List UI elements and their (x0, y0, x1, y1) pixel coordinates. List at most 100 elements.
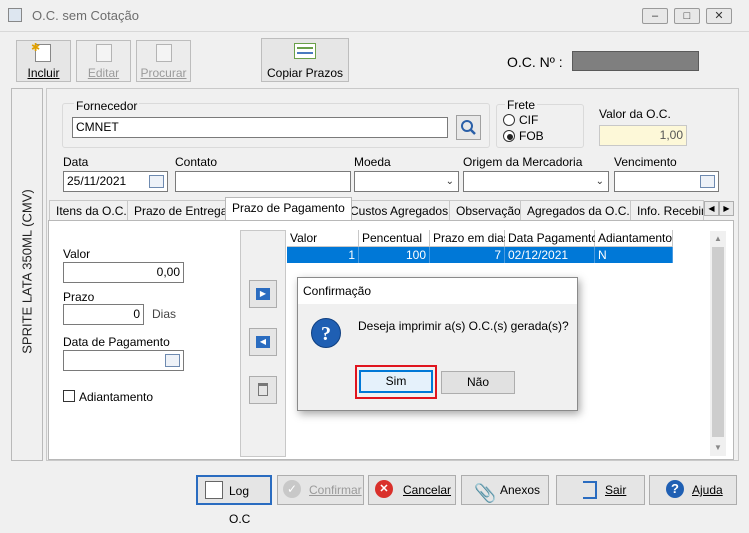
calendar-icon[interactable] (165, 354, 180, 367)
frete-cif-label: CIF (519, 113, 539, 127)
cancelar-label: Cancelar (403, 483, 452, 497)
origem-select[interactable]: ⌄ (463, 171, 609, 192)
scrollbar-thumb[interactable] (712, 247, 724, 437)
help-icon: ? (666, 480, 684, 498)
log-oc-button[interactable]: Log O.C (196, 475, 272, 526)
scroll-down-icon[interactable]: ▼ (714, 443, 722, 452)
close-button[interactable]: ✕ (706, 8, 732, 24)
confirmation-dialog: Confirmação ? Deseja imprimir a(s) O.C.(… (297, 277, 578, 411)
incluir-button[interactable]: ✱ Incluir (16, 40, 71, 82)
col-data-pagamento-header[interactable]: Data Pagamento (505, 230, 598, 247)
procurar-button[interactable]: Procurar (136, 40, 191, 82)
frete-fob-radio[interactable] (503, 130, 515, 142)
question-icon: ? (311, 318, 341, 348)
tab-prazo-pagamento[interactable]: Prazo de Pagamento (225, 197, 352, 220)
cancel-icon: ✕ (375, 480, 393, 498)
table-row[interactable]: 1 100 7 02/12/2021 N (287, 247, 673, 264)
tab-scroll-left-button[interactable]: ◀ (704, 201, 719, 216)
confirmar-label: Confirmar (309, 483, 362, 497)
app-icon (8, 8, 22, 22)
prazo-label: Prazo (63, 290, 95, 304)
scroll-up-icon[interactable]: ▲ (714, 234, 722, 243)
tab-agregados-oc[interactable]: Agregados da O.C. (520, 200, 637, 220)
search-document-icon (156, 44, 172, 62)
frete-fob-label: FOB (519, 129, 544, 143)
valor-oc-label: Valor da O.C. (599, 107, 671, 121)
log-oc-label: Log O.C (229, 484, 251, 526)
tab-itens-oc[interactable]: Itens da O.C. (49, 200, 134, 220)
tab-observacao[interactable]: Observação (449, 200, 528, 220)
tab-custos-agregados[interactable]: Custos Agregados (343, 200, 456, 220)
sim-button[interactable]: Sim (359, 370, 433, 393)
valor-oc-field: 1,00 (599, 125, 687, 146)
edit-icon (96, 44, 112, 62)
confirmar-button[interactable]: ✓ Confirmar (277, 475, 364, 505)
move-left-button[interactable]: ◀ (249, 328, 277, 356)
minimize-button[interactable]: – (642, 8, 668, 24)
search-fornecedor-button[interactable] (456, 115, 481, 140)
sair-button[interactable]: Sair (556, 475, 645, 505)
adiantamento-checkbox[interactable] (63, 390, 75, 402)
data-input[interactable]: 25/11/2021 (63, 171, 168, 192)
col-adiantamento-header[interactable]: Adiantamento (595, 230, 673, 247)
oc-numero-label: O.C. Nº : (507, 54, 563, 70)
dialog-title: Confirmação (303, 284, 372, 298)
fornecedor-label: Fornecedor (74, 99, 140, 113)
delete-button[interactable] (249, 376, 277, 404)
arrow-right-icon: ▶ (256, 288, 270, 300)
chevron-down-icon: ⌄ (445, 176, 454, 187)
tab-prazo-entrega[interactable]: Prazo de Entrega (127, 200, 235, 220)
maximize-button[interactable]: □ (674, 8, 700, 24)
copiar-prazos-button[interactable]: Copiar Prazos (261, 38, 349, 82)
cell-data-pagamento: 02/12/2021 (505, 247, 595, 263)
valor-input[interactable]: 0,00 (63, 262, 184, 283)
title-bar: O.C. sem Cotação – □ ✕ (0, 0, 749, 32)
dialog-message: Deseja imprimir a(s) O.C.(s) gerada(s)? (358, 319, 569, 333)
prazo-input[interactable]: 0 (63, 304, 144, 325)
col-prazo-dias-header[interactable]: Prazo em dias (430, 230, 510, 247)
data-pagamento-input[interactable] (63, 350, 184, 371)
contato-input[interactable] (175, 171, 351, 192)
valor-label: Valor (63, 247, 91, 261)
cancelar-button[interactable]: ✕ Cancelar (368, 475, 456, 505)
calendar-icon[interactable] (149, 175, 164, 188)
cell-adiantamento: N (595, 247, 673, 263)
paperclip-icon: 📎 (474, 483, 497, 503)
data-pagamento-label: Data de Pagamento (63, 335, 170, 349)
data-value: 25/11/2021 (67, 174, 127, 188)
adiantamento-label: Adiantamento (79, 390, 154, 404)
data-label: Data (63, 155, 89, 169)
contato-label: Contato (175, 155, 218, 169)
window-title: O.C. sem Cotação (32, 8, 139, 23)
col-percentual-header[interactable]: Pencentual (359, 230, 430, 247)
product-side-label: SPRITE LATA 350ML (CMV) (19, 189, 35, 354)
incluir-label: Incluir (27, 66, 60, 80)
chevron-down-icon: ⌄ (595, 176, 604, 187)
tab-scroll-right-button[interactable]: ▶ (719, 201, 734, 216)
editar-button[interactable]: Editar (76, 40, 131, 82)
anexos-button[interactable]: 📎 Anexos (461, 475, 549, 505)
origem-label: Origem da Mercadoria (463, 155, 583, 169)
trash-icon (258, 383, 268, 396)
vencimento-label: Vencimento (614, 155, 677, 169)
frete-label: Frete (505, 98, 538, 112)
fornecedor-input[interactable]: CMNET (72, 117, 448, 138)
nao-button[interactable]: Não (441, 371, 515, 394)
copiar-prazos-label: Copiar Prazos (266, 66, 344, 80)
col-valor-header[interactable]: Valor (287, 230, 359, 247)
arrow-left-icon: ◀ (256, 336, 270, 348)
tab-info-recebimento[interactable]: Info. Recebim (630, 200, 704, 220)
ajuda-button[interactable]: ? Ajuda (649, 475, 737, 505)
move-right-button[interactable]: ▶ (249, 280, 277, 308)
dias-label: Dias (152, 307, 177, 321)
vertical-scrollbar[interactable]: ▲ ▼ (710, 231, 726, 456)
cell-valor: 1 (287, 247, 359, 263)
moeda-label: Moeda (354, 155, 391, 169)
vencimento-input[interactable] (614, 171, 719, 192)
calendar-icon[interactable] (700, 175, 715, 188)
moeda-select[interactable]: ⌄ (354, 171, 459, 192)
frete-cif-radio[interactable] (503, 114, 515, 126)
new-document-icon: ✱ (31, 42, 51, 62)
oc-numero-field (572, 51, 699, 71)
search-icon (461, 120, 476, 135)
